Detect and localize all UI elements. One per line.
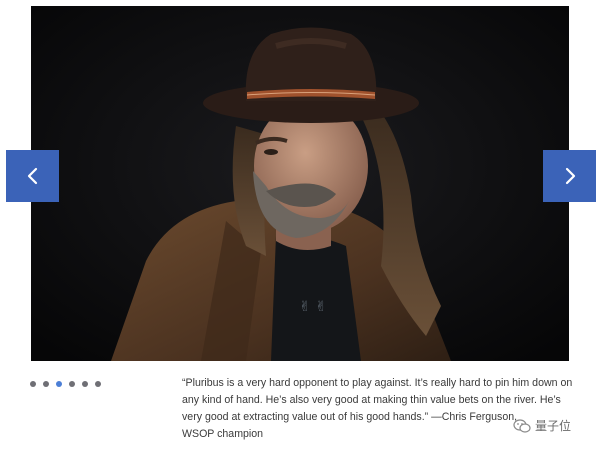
carousel-dot-4[interactable] — [69, 381, 75, 387]
carousel-dot-6[interactable] — [95, 381, 101, 387]
carousel-prev-button[interactable] — [6, 150, 59, 202]
chevron-right-icon — [565, 167, 575, 185]
carousel-slide-photo: ✌ ✌ — [31, 6, 569, 361]
watermark: 量子位 — [513, 417, 571, 434]
carousel-dot-2[interactable] — [43, 381, 49, 387]
carousel-pagination — [30, 381, 101, 387]
carousel-next-button[interactable] — [543, 150, 596, 202]
portrait-image: ✌ ✌ — [31, 6, 569, 361]
svg-text:✌ ✌: ✌ ✌ — [299, 299, 327, 315]
chevron-left-icon — [27, 167, 37, 185]
quote-attribution: —Chris Ferguson, — [431, 411, 518, 423]
wechat-icon — [513, 418, 531, 433]
watermark-text: 量子位 — [535, 419, 572, 433]
carousel-dot-1[interactable] — [30, 381, 36, 387]
carousel-dot-5[interactable] — [82, 381, 88, 387]
carousel-dot-3-active[interactable] — [56, 381, 62, 387]
